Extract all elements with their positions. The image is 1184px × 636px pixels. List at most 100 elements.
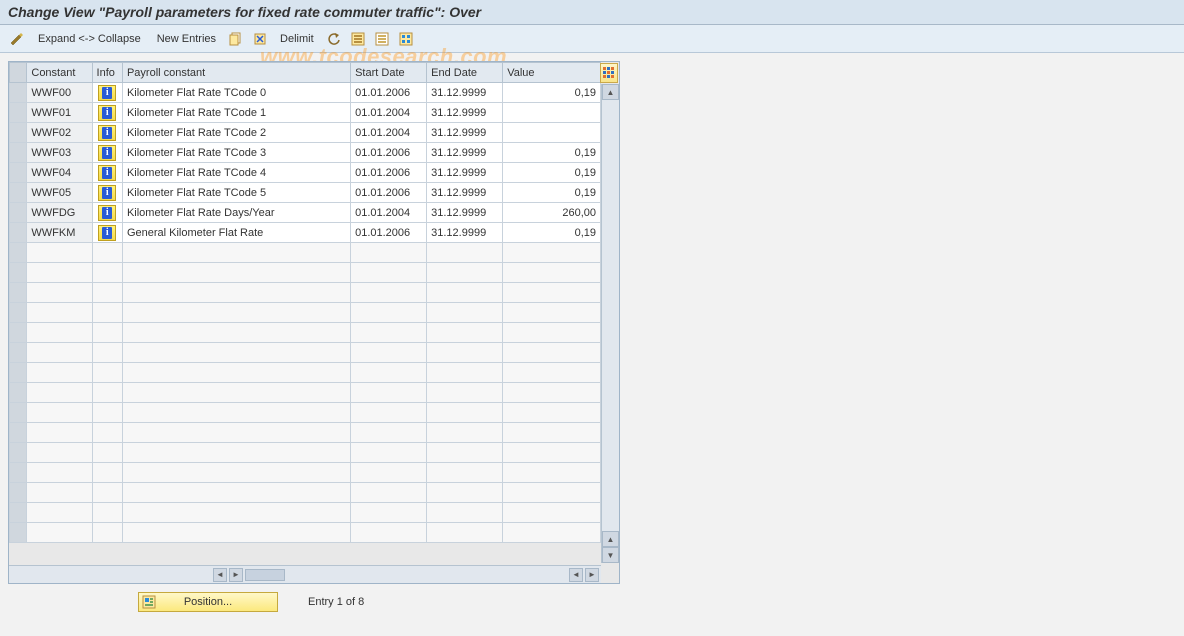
- scroll-left-icon[interactable]: ◄: [213, 568, 227, 582]
- row-selector[interactable]: [10, 103, 27, 123]
- cell-start[interactable]: 01.01.2004: [351, 203, 427, 223]
- table-row[interactable]: WWF00 Kilometer Flat Rate TCode 001.01.20…: [10, 83, 601, 103]
- copy-icon[interactable]: [226, 29, 246, 49]
- table-row-empty[interactable]: [10, 283, 601, 303]
- cell-payroll[interactable]: Kilometer Flat Rate TCode 0: [122, 83, 350, 103]
- info-icon[interactable]: [98, 225, 116, 241]
- table-config-icon[interactable]: [600, 63, 618, 83]
- scroll-right-icon[interactable]: ►: [229, 568, 243, 582]
- cell-end[interactable]: 31.12.9999: [427, 223, 503, 243]
- undo-icon[interactable]: [324, 29, 344, 49]
- table-row[interactable]: WWF02 Kilometer Flat Rate TCode 201.01.20…: [10, 123, 601, 143]
- cell-end[interactable]: 31.12.9999: [427, 143, 503, 163]
- cell-payroll[interactable]: Kilometer Flat Rate TCode 5: [122, 183, 350, 203]
- table-row-empty[interactable]: [10, 383, 601, 403]
- cell-value[interactable]: 0,19: [503, 223, 601, 243]
- delete-icon[interactable]: [250, 29, 270, 49]
- table-row-empty[interactable]: [10, 243, 601, 263]
- info-icon[interactable]: [98, 85, 116, 101]
- cell-start[interactable]: 01.01.2006: [351, 163, 427, 183]
- info-icon[interactable]: [98, 105, 116, 121]
- cell-value[interactable]: 260,00: [503, 203, 601, 223]
- table-row-empty[interactable]: [10, 303, 601, 323]
- row-selector[interactable]: [10, 203, 27, 223]
- cell-start[interactable]: 01.01.2006: [351, 183, 427, 203]
- new-entries-button[interactable]: New Entries: [151, 29, 222, 49]
- toggle-edit-icon[interactable]: [6, 29, 28, 49]
- table-row-empty[interactable]: [10, 363, 601, 383]
- horizontal-scrollbar[interactable]: ◄ ► ◄ ►: [9, 565, 601, 583]
- cell-value[interactable]: 0,19: [503, 143, 601, 163]
- cell-constant[interactable]: WWF03: [27, 143, 92, 163]
- col-end[interactable]: End Date: [427, 63, 503, 83]
- cell-value[interactable]: 0,19: [503, 163, 601, 183]
- cell-end[interactable]: 31.12.9999: [427, 183, 503, 203]
- table-row[interactable]: WWFKM General Kilometer Flat Rate01.01.20…: [10, 223, 601, 243]
- row-selector[interactable]: [10, 163, 27, 183]
- cell-end[interactable]: 31.12.9999: [427, 103, 503, 123]
- cell-end[interactable]: 31.12.9999: [427, 123, 503, 143]
- cell-end[interactable]: 31.12.9999: [427, 203, 503, 223]
- cell-constant[interactable]: WWFKM: [27, 223, 92, 243]
- deselect-all-icon[interactable]: [372, 29, 392, 49]
- table-row[interactable]: WWF01Kilometer Flat Rate TCode 101.01.20…: [10, 103, 601, 123]
- cell-info[interactable]: [92, 123, 122, 143]
- scroll-track[interactable]: [245, 569, 285, 581]
- cell-value[interactable]: 0,19: [503, 83, 601, 103]
- cell-info[interactable]: [92, 83, 122, 103]
- position-button[interactable]: Position...: [138, 592, 278, 612]
- cell-info[interactable]: [92, 203, 122, 223]
- cell-end[interactable]: 31.12.9999: [427, 163, 503, 183]
- table-row-empty[interactable]: [10, 483, 601, 503]
- cell-constant[interactable]: WWF00: [27, 83, 92, 103]
- info-icon[interactable]: [98, 165, 116, 181]
- vertical-scrollbar[interactable]: ▲ ▲ ▼: [601, 84, 619, 563]
- table-row-empty[interactable]: [10, 423, 601, 443]
- table-row-empty[interactable]: [10, 343, 601, 363]
- col-info[interactable]: Info: [92, 63, 122, 83]
- col-value[interactable]: Value: [503, 63, 601, 83]
- table-row[interactable]: WWF03 Kilometer Flat Rate TCode 301.01.20…: [10, 143, 601, 163]
- select-all-icon[interactable]: [348, 29, 368, 49]
- cell-start[interactable]: 01.01.2004: [351, 103, 427, 123]
- info-icon[interactable]: [98, 185, 116, 201]
- cell-end[interactable]: 31.12.9999: [427, 83, 503, 103]
- cell-start[interactable]: 01.01.2004: [351, 123, 427, 143]
- cell-info[interactable]: [92, 103, 122, 123]
- cell-payroll[interactable]: Kilometer Flat Rate TCode 3: [122, 143, 350, 163]
- cell-constant[interactable]: WWFDG: [27, 203, 92, 223]
- cell-payroll[interactable]: Kilometer Flat Rate TCode 1: [122, 103, 350, 123]
- scroll-up-icon[interactable]: ▲: [602, 84, 619, 100]
- row-selector-header[interactable]: [10, 63, 27, 83]
- cell-payroll[interactable]: Kilometer Flat Rate Days/Year: [122, 203, 350, 223]
- row-selector[interactable]: [10, 83, 27, 103]
- table-row[interactable]: WWF05Kilometer Flat Rate TCode 501.01.20…: [10, 183, 601, 203]
- expand-collapse-button[interactable]: Expand <-> Collapse: [32, 29, 147, 49]
- row-selector[interactable]: [10, 123, 27, 143]
- table-row-empty[interactable]: [10, 403, 601, 423]
- cell-payroll[interactable]: Kilometer Flat Rate TCode 2: [122, 123, 350, 143]
- delimit-button[interactable]: Delimit: [274, 29, 320, 49]
- cell-constant[interactable]: WWF04: [27, 163, 92, 183]
- cell-constant[interactable]: WWF02: [27, 123, 92, 143]
- scroll-left2-icon[interactable]: ◄: [569, 568, 583, 582]
- cell-info[interactable]: [92, 223, 122, 243]
- table-row-empty[interactable]: [10, 523, 601, 543]
- cell-info[interactable]: [92, 163, 122, 183]
- cell-value[interactable]: 0,19: [503, 183, 601, 203]
- cell-start[interactable]: 01.01.2006: [351, 83, 427, 103]
- info-icon[interactable]: [98, 205, 116, 221]
- row-selector[interactable]: [10, 143, 27, 163]
- configure-icon[interactable]: [396, 29, 416, 49]
- cell-value[interactable]: [503, 123, 601, 143]
- table-row-empty[interactable]: [10, 503, 601, 523]
- cell-payroll[interactable]: General Kilometer Flat Rate: [122, 223, 350, 243]
- cell-start[interactable]: 01.01.2006: [351, 223, 427, 243]
- info-icon[interactable]: [98, 145, 116, 161]
- cell-payroll[interactable]: Kilometer Flat Rate TCode 4: [122, 163, 350, 183]
- table-row-empty[interactable]: [10, 323, 601, 343]
- cell-value[interactable]: [503, 103, 601, 123]
- row-selector[interactable]: [10, 183, 27, 203]
- info-icon[interactable]: [98, 125, 116, 141]
- cell-start[interactable]: 01.01.2006: [351, 143, 427, 163]
